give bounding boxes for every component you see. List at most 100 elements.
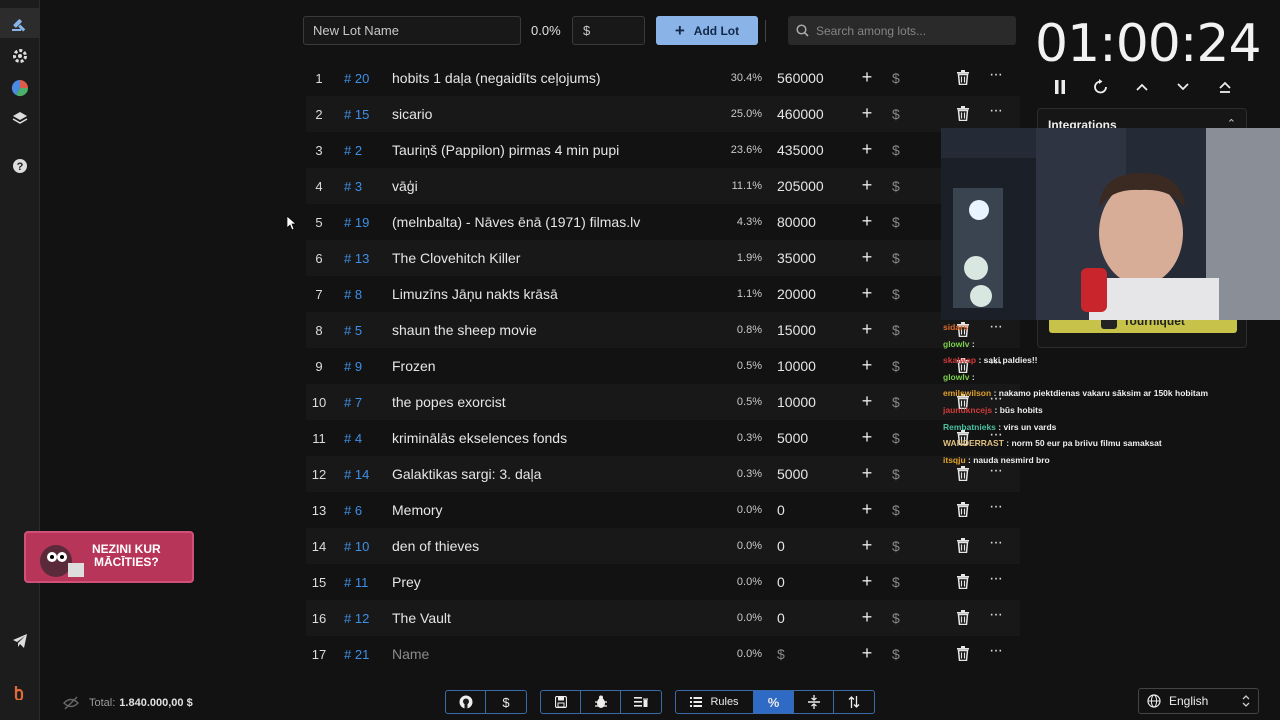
lot-amount[interactable]: 0: [777, 610, 785, 626]
lot-id[interactable]: # 9: [344, 359, 362, 374]
lot-id[interactable]: # 20: [344, 71, 369, 86]
gear-icon[interactable]: [10, 46, 30, 66]
lot-id[interactable]: # 21: [344, 647, 369, 662]
lot-name[interactable]: Prey: [392, 574, 421, 590]
lot-name[interactable]: hobits 1 daļa (negaidīts ceļojums): [392, 70, 601, 86]
lot-name[interactable]: Name: [392, 646, 429, 662]
pie-chart-icon[interactable]: [10, 78, 30, 98]
lot-name[interactable]: Frozen: [392, 358, 436, 374]
telegram-icon[interactable]: [10, 631, 30, 651]
lot-amount[interactable]: 0: [777, 574, 785, 590]
add-amount-button[interactable]: +: [859, 68, 875, 86]
report-bug-button[interactable]: [581, 691, 621, 713]
set-amount-button[interactable]: $: [892, 646, 900, 662]
more-options-button[interactable]: ···: [989, 642, 1003, 660]
add-amount-button[interactable]: +: [859, 572, 875, 590]
set-amount-button[interactable]: $: [892, 430, 900, 446]
set-amount-button[interactable]: $: [892, 610, 900, 626]
new-lot-name-input[interactable]: [303, 16, 521, 45]
lot-amount[interactable]: 35000: [777, 250, 816, 266]
lot-row[interactable]: 2 # 15 sicario 25.0% 460000 + $ ···: [306, 96, 1020, 132]
lot-id[interactable]: # 7: [344, 395, 362, 410]
lot-name[interactable]: Memory: [392, 502, 443, 518]
lot-amount[interactable]: 80000: [777, 214, 816, 230]
trash-icon[interactable]: [956, 70, 972, 86]
lot-amount[interactable]: 560000: [777, 70, 824, 86]
lot-row[interactable]: 14 # 10 den of thieves 0.0% 0 + $ ···: [306, 528, 1020, 564]
set-amount-button[interactable]: $: [892, 394, 900, 410]
sort-button[interactable]: [834, 691, 874, 713]
percent-toggle-button[interactable]: %: [754, 691, 794, 713]
lot-row[interactable]: 4# 3vāģi11.1%205000+$···: [306, 168, 1020, 204]
set-amount-button[interactable]: $: [892, 358, 900, 374]
lot-id[interactable]: # 5: [344, 323, 362, 338]
trash-icon[interactable]: [956, 466, 972, 482]
lot-name[interactable]: sicario: [392, 106, 432, 122]
lot-row[interactable]: 3 # 2 Tauriņš (Pappilon) pirmas 4 min pupi…: [306, 132, 1020, 168]
add-amount-button[interactable]: +: [859, 320, 875, 338]
set-amount-button[interactable]: $: [892, 250, 900, 266]
rules-button[interactable]: Rules: [676, 691, 754, 713]
lot-amount[interactable]: 20000: [777, 286, 816, 302]
lot-name[interactable]: The Vault: [392, 610, 451, 626]
lot-amount[interactable]: $: [777, 646, 785, 662]
lot-amount[interactable]: 15000: [777, 322, 816, 338]
lot-name[interactable]: (melnbalta) - Nāves ēnā (1971) filmas.lv: [392, 214, 640, 230]
add-lot-button[interactable]: + Add Lot: [656, 16, 758, 45]
lot-amount[interactable]: 460000: [777, 106, 824, 122]
eye-off-icon[interactable]: [63, 696, 79, 710]
lot-id[interactable]: # 14: [344, 467, 369, 482]
new-lot-amount-input[interactable]: [572, 16, 645, 45]
lot-row[interactable]: 16 # 12 The Vault 0.0% 0 + $ ···: [306, 600, 1020, 636]
lot-row[interactable]: 5 # 19 (melnbalta) - Nāves ēnā (1971) film…: [306, 204, 1020, 240]
trash-icon[interactable]: [956, 538, 972, 554]
lot-name[interactable]: kriminālās ekselences fonds: [392, 430, 567, 446]
add-time-button[interactable]: [1130, 76, 1154, 98]
lot-row[interactable]: 6# 13The Clovehitch Killer1.9%35000+$···: [306, 240, 1020, 276]
lot-id[interactable]: # 3: [344, 179, 362, 194]
add-amount-button[interactable]: +: [859, 500, 875, 518]
more-options-button[interactable]: ···: [989, 534, 1003, 552]
lot-name[interactable]: vāģi: [392, 178, 418, 194]
lot-search[interactable]: [788, 16, 1016, 45]
lot-row[interactable]: 1 # 20 hobits 1 daļa (negaidīts ceļojums) 3…: [306, 60, 1020, 96]
lot-row[interactable]: 12 # 14 Galaktikas sargi: 3. daļa 0.3% 5000 +…: [306, 456, 1020, 492]
clear-lots-button[interactable]: [621, 691, 661, 713]
trash-icon[interactable]: [956, 646, 972, 662]
lot-id[interactable]: # 19: [344, 215, 369, 230]
add-amount-button[interactable]: +: [859, 428, 875, 446]
lot-name[interactable]: Tauriņš (Pappilon) pirmas 4 min pupi: [392, 142, 619, 158]
lot-name[interactable]: Galaktikas sargi: 3. daļa: [392, 466, 541, 482]
github-button[interactable]: [446, 691, 486, 713]
lot-row[interactable]: 9 # 9 Frozen 0.5% 10000 + $ ···: [306, 348, 1020, 384]
lot-amount[interactable]: 0: [777, 538, 785, 554]
lot-row[interactable]: 10 # 7 the popes exorcist 0.5% 10000 + $ ···: [306, 384, 1020, 420]
lot-row[interactable]: 13 # 6 Memory 0.0% 0 + $ ···: [306, 492, 1020, 528]
add-amount-button[interactable]: +: [859, 392, 875, 410]
set-amount-button[interactable]: $: [892, 322, 900, 338]
add-amount-button[interactable]: +: [859, 356, 875, 374]
lot-row[interactable]: 7 # 8 Limuzīns Jāņu nakts krāsā 1.1% 20000 + $…: [306, 276, 1020, 312]
lot-id[interactable]: # 11: [344, 575, 368, 590]
subtract-time-button[interactable]: [1171, 76, 1195, 98]
set-amount-button[interactable]: $: [892, 466, 900, 482]
set-amount-button[interactable]: $: [892, 574, 900, 590]
lot-id[interactable]: # 6: [344, 503, 362, 518]
lot-amount[interactable]: 5000: [777, 466, 808, 482]
set-amount-button[interactable]: $: [892, 214, 900, 230]
add-amount-button[interactable]: +: [859, 536, 875, 554]
lot-id[interactable]: # 13: [344, 251, 369, 266]
lot-amount[interactable]: 0: [777, 502, 785, 518]
more-options-button[interactable]: ···: [989, 102, 1003, 120]
more-options-button[interactable]: ···: [989, 66, 1003, 84]
add-amount-button[interactable]: +: [859, 644, 875, 662]
set-amount-button[interactable]: $: [892, 106, 900, 122]
set-amount-button[interactable]: $: [892, 538, 900, 554]
double-time-button[interactable]: [1213, 76, 1237, 98]
lot-row[interactable]: 15 # 11 Prey 0.0% 0 + $ ···: [306, 564, 1020, 600]
set-amount-button[interactable]: $: [892, 142, 900, 158]
promo-banner[interactable]: NEZINI KUR MĀCĪTIES?: [24, 531, 194, 583]
add-amount-button[interactable]: +: [859, 176, 875, 194]
lot-id[interactable]: # 15: [344, 107, 369, 122]
lot-id[interactable]: # 8: [344, 287, 362, 302]
